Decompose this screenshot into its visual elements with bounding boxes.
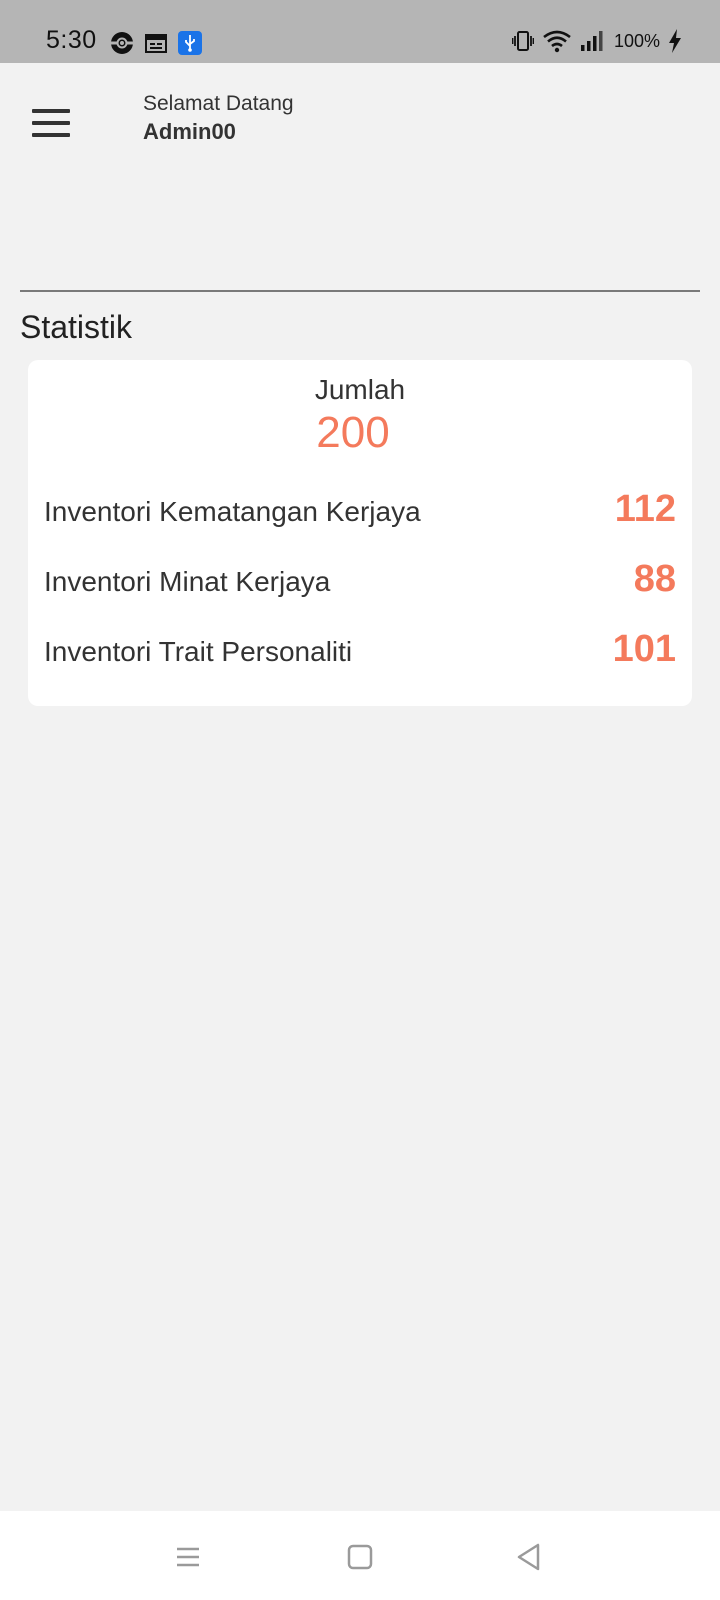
stat-row: Inventori Trait Personaliti 101 xyxy=(44,628,676,678)
signal-icon xyxy=(580,31,603,51)
wifi-icon xyxy=(543,30,571,53)
status-right-icons: 100% xyxy=(511,28,682,54)
section-title: Statistik xyxy=(20,309,133,345)
stat-value: 112 xyxy=(614,488,676,530)
battery-percentage: 100% xyxy=(613,30,660,51)
pokeball-icon xyxy=(111,32,133,54)
system-nav-bar xyxy=(0,1511,720,1600)
vibrate-icon xyxy=(511,31,534,51)
calendar-icon xyxy=(145,34,167,53)
status-left-icons xyxy=(110,30,202,56)
app-header: Selamat Datang Admin00 xyxy=(0,63,720,223)
recents-icon xyxy=(177,1547,199,1567)
stat-label: Inventori Minat Kerjaya xyxy=(44,566,331,597)
welcome-label: Selamat Datang xyxy=(143,92,294,115)
usb-icon xyxy=(178,31,202,55)
home-icon xyxy=(347,1544,373,1570)
divider xyxy=(20,290,700,292)
stat-row: Inventori Minat Kerjaya 88 xyxy=(44,558,676,608)
hamburger-menu-icon xyxy=(32,133,70,137)
stat-label: Inventori Kematangan Kerjaya xyxy=(44,496,421,527)
back-icon xyxy=(517,1543,540,1571)
home-button[interactable] xyxy=(340,1537,380,1577)
stat-label: Inventori Trait Personaliti xyxy=(44,636,353,667)
recents-button[interactable] xyxy=(168,1537,208,1577)
total-label: Jumlah xyxy=(314,374,406,405)
stat-value: 101 xyxy=(612,628,676,670)
back-button[interactable] xyxy=(510,1537,550,1577)
hamburger-menu-icon xyxy=(32,121,70,125)
statistics-card: Jumlah 200 Inventori Kematangan Kerjaya … xyxy=(28,360,692,706)
charging-icon xyxy=(669,29,681,53)
hamburger-menu-icon xyxy=(32,109,70,113)
username: Admin00 xyxy=(143,119,236,144)
menu-button[interactable] xyxy=(32,103,78,143)
stat-row: Inventori Kematangan Kerjaya 112 xyxy=(44,488,676,538)
total-value: 200 xyxy=(316,408,390,457)
status-time: 5:30 xyxy=(46,26,97,54)
stat-value: 88 xyxy=(633,558,676,600)
status-bar: 5:30 100% xyxy=(0,0,720,63)
